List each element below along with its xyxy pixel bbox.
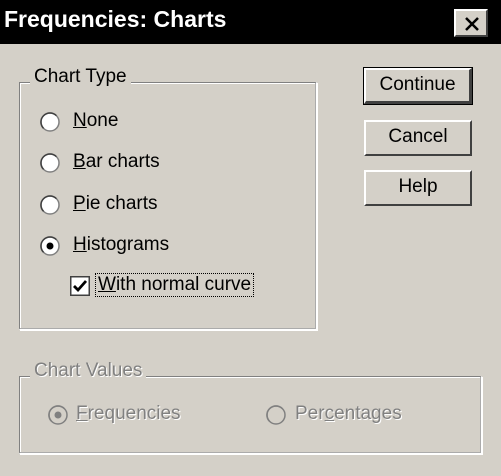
checkbox-with-normal-curve-label: With normal curve [94,273,255,297]
window-title: Frequencies: Charts [4,6,227,32]
radio-histograms-label: Histograms [73,234,170,255]
chart-values-group-title: Chart Values [30,360,147,382]
close-button[interactable] [454,9,488,37]
radio-button-icon[interactable] [40,153,60,173]
continue-button[interactable]: Continue [363,67,473,105]
radio-pie-charts-label: Pie charts [73,193,158,214]
radio-button-disabled-icon[interactable] [266,405,286,425]
radio-button-selected-icon[interactable] [40,236,60,256]
cancel-button[interactable]: Cancel [364,120,472,156]
help-button[interactable]: Help [364,170,472,206]
title-bar[interactable]: Frequencies: Charts [0,0,501,44]
checkbox-checked-icon[interactable] [70,276,90,296]
chart-type-group-title: Chart Type [30,66,131,88]
radio-button-icon[interactable] [40,195,60,215]
close-icon [465,17,479,31]
radio-bar-charts-label: Bar charts [73,151,160,172]
frequencies-charts-dialog: Frequencies: Charts Chart Type None Bar … [0,0,501,476]
radio-none-label: None [73,110,119,131]
radio-frequencies-label: Frequencies [76,403,181,424]
radio-button-selected-disabled-icon[interactable] [48,405,68,425]
radio-button-icon[interactable] [40,112,60,132]
radio-percentages-label: Percentages [295,403,402,424]
